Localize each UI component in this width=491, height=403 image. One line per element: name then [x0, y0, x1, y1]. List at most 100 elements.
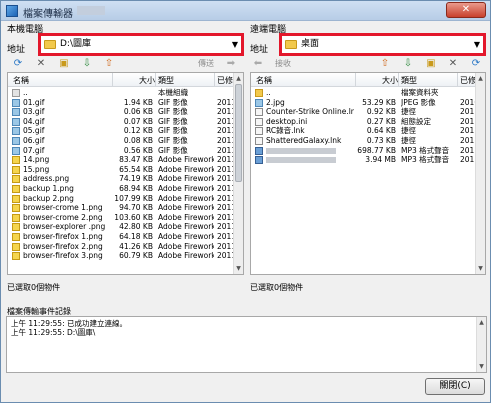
file-modified: 2011	[217, 126, 233, 136]
file-modified: 2011/8/	[460, 107, 475, 117]
column-divider[interactable]	[457, 73, 458, 87]
window-close-button[interactable]: ✕	[446, 2, 486, 18]
refresh-icon[interactable]: ⟳	[12, 58, 24, 70]
download-icon[interactable]: ⇩	[81, 58, 93, 70]
scroll-up-icon[interactable]: ▲	[234, 74, 243, 83]
download-icon[interactable]: ⇩	[402, 58, 414, 70]
column-divider[interactable]	[214, 73, 215, 87]
local-address-box[interactable]: D:\圖庫 ▼	[38, 33, 244, 56]
column-type[interactable]: 類型	[401, 75, 417, 86]
table-row[interactable]: 14.png 83.47 KB Adobe Firework...2011	[8, 155, 233, 165]
close-button[interactable]: 關閉(C)	[425, 378, 485, 395]
remote-status: 已選取0個物件	[250, 283, 304, 292]
file-name: address.png	[23, 174, 70, 184]
delete-icon[interactable]: ✕	[35, 58, 47, 70]
column-divider[interactable]	[355, 73, 356, 87]
table-row[interactable]: backup 2.png 107.99 KB Adobe Firework...20…	[8, 194, 233, 204]
scroll-down-icon[interactable]: ▼	[477, 362, 486, 371]
table-row[interactable]: browser-firefox 3.png 60.79 KB Adobe Firew…	[8, 251, 233, 261]
file-name: browser-firefox 1.png	[23, 231, 103, 241]
up-folder-icon[interactable]: ⇧	[379, 58, 391, 70]
column-divider[interactable]	[398, 73, 399, 87]
scroll-up-icon[interactable]: ▲	[477, 318, 486, 327]
log-scrollbar[interactable]: ▲ ▼	[476, 317, 486, 372]
column-divider[interactable]	[155, 73, 156, 87]
column-type[interactable]: 類型	[158, 75, 174, 86]
send-button[interactable]: 傳送	[198, 58, 214, 69]
scroll-up-icon[interactable]: ▲	[476, 74, 485, 83]
table-row[interactable]: browser-crome 2.png 103.60 KB Adobe Firewo…	[8, 213, 233, 223]
file-size: 53.29 KB	[362, 97, 396, 107]
table-row[interactable]: backup 1.png 68.94 KB Adobe Firework...201…	[8, 184, 233, 194]
remote-scrollbar[interactable]: ▲ ▼	[475, 73, 485, 274]
column-name[interactable]: 名稱	[256, 75, 272, 86]
table-row[interactable]: browser-crome 1.png 94.70 KB Adobe Firewor…	[8, 203, 233, 213]
table-row[interactable]: 05.gif 0.12 KB GIF 影像 2011	[8, 126, 233, 136]
local-file-list[interactable]: 名稱 大小 類型 已修 .. 本機組織 01.gif 1.94 KB GIF 影像 201…	[7, 72, 244, 275]
file-type: GIF 影像	[158, 97, 188, 107]
column-modified[interactable]: 已修	[217, 75, 233, 86]
file-type: Adobe Firework...	[158, 174, 214, 184]
file-type: Adobe Firework...	[158, 183, 214, 193]
image-file-icon	[12, 98, 20, 107]
table-row[interactable]: 15.png 65.54 KB Adobe Firework...2011	[8, 165, 233, 175]
file-name: 05.gif	[23, 126, 45, 136]
new-folder-icon[interactable]: ▣	[425, 58, 437, 70]
table-row[interactable]: 698.77 KB MP3 格式聲音 2011/8/	[251, 146, 475, 156]
column-size[interactable]: 大小	[382, 75, 398, 86]
remote-address-box[interactable]: 桌面 ▼	[279, 33, 486, 56]
file-icon	[255, 108, 263, 117]
table-row[interactable]: desktop.ini 0.27 KB 組態設定 2011/8/	[251, 117, 475, 127]
send-arrow-icon[interactable]: ➡	[225, 58, 237, 70]
table-row[interactable]: browser-firefox 2.png 41.26 KB Adobe Firew…	[8, 242, 233, 252]
table-row[interactable]: 2.jpg 53.29 KB JPEG 影像 2010/4/	[251, 98, 475, 108]
local-scrollbar[interactable]: ▲ ▼	[233, 73, 243, 274]
table-row[interactable]: 01.gif 1.94 KB GIF 影像 2011	[8, 98, 233, 108]
column-modified[interactable]: 已修	[460, 75, 476, 86]
table-row[interactable]: 06.gif 0.08 KB GIF 影像 2011	[8, 136, 233, 146]
delete-icon[interactable]: ✕	[447, 58, 459, 70]
png-file-icon	[12, 223, 20, 232]
up-folder-icon[interactable]: ⇧	[103, 58, 115, 70]
file-type: 捷徑	[401, 126, 416, 136]
table-row[interactable]: address.png 74.19 KB Adobe Firework...2011	[8, 174, 233, 184]
file-size: 0.12 KB	[123, 126, 153, 136]
table-row[interactable]: browser-firefox 1.png 64.18 KB Adobe Firew…	[8, 232, 233, 242]
table-row[interactable]: ShatteredGalaxy.lnk 0.73 KB 捷徑 2011/8/	[251, 136, 475, 146]
chevron-down-icon[interactable]: ▼	[474, 40, 480, 49]
file-size: 42.80 KB	[119, 222, 153, 232]
table-row[interactable]: Counter-Strike Online.lnk 0.92 KB 捷徑 2011/8…	[251, 107, 475, 117]
table-row[interactable]: 04.gif 0.07 KB GIF 影像 2011	[8, 117, 233, 127]
file-type: GIF 影像	[158, 107, 188, 117]
table-row[interactable]: RC錄音.lnk 0.64 KB 捷徑 2011/8/	[251, 126, 475, 136]
scroll-thumb[interactable]	[235, 84, 242, 182]
file-name	[266, 155, 354, 165]
chevron-down-icon[interactable]: ▼	[232, 40, 238, 49]
column-divider[interactable]	[112, 73, 113, 87]
table-row[interactable]: browser-explorer .png 42.80 KB Adobe Firew…	[8, 222, 233, 232]
audio-file-icon	[255, 156, 263, 165]
log-box[interactable]: 上午 11:29:55: 已成功建立連線。 上午 11:29:55: D:\圖庫…	[6, 316, 487, 373]
refresh-icon[interactable]: ⟳	[470, 58, 482, 70]
file-size: 83.47 KB	[119, 155, 153, 165]
receive-arrow-icon[interactable]: ⬅	[252, 58, 264, 70]
table-row[interactable]: .. 檔案資料夾	[251, 88, 475, 98]
remote-file-list[interactable]: 名稱 大小 類型 已修 .. 檔案資料夾 2.jpg 53.29 KB JPEG 影像 2…	[250, 72, 486, 275]
column-name[interactable]: 名稱	[13, 75, 29, 86]
redacted-file-name	[266, 157, 336, 164]
table-row[interactable]: 07.gif 0.56 KB GIF 影像 2011	[8, 146, 233, 156]
scroll-down-icon[interactable]: ▼	[234, 264, 243, 273]
redacted-file-name	[266, 147, 336, 154]
file-type: 組態設定	[401, 116, 431, 126]
local-address-label: 地址	[7, 45, 26, 55]
column-size[interactable]: 大小	[139, 75, 155, 86]
image-file-icon	[12, 136, 20, 145]
table-row[interactable]: 03.gif 0.06 KB GIF 影像 2011	[8, 107, 233, 117]
file-type: Adobe Firework...	[158, 241, 214, 251]
new-folder-icon[interactable]: ▣	[58, 58, 70, 70]
scroll-down-icon[interactable]: ▼	[476, 264, 485, 273]
table-row[interactable]: .. 本機組織	[8, 88, 233, 98]
table-row[interactable]: 3.94 MB MP3 格式聲音 2011/8/	[251, 155, 475, 165]
receive-button[interactable]: 接收	[275, 58, 291, 69]
file-size: 64.18 KB	[119, 231, 153, 241]
